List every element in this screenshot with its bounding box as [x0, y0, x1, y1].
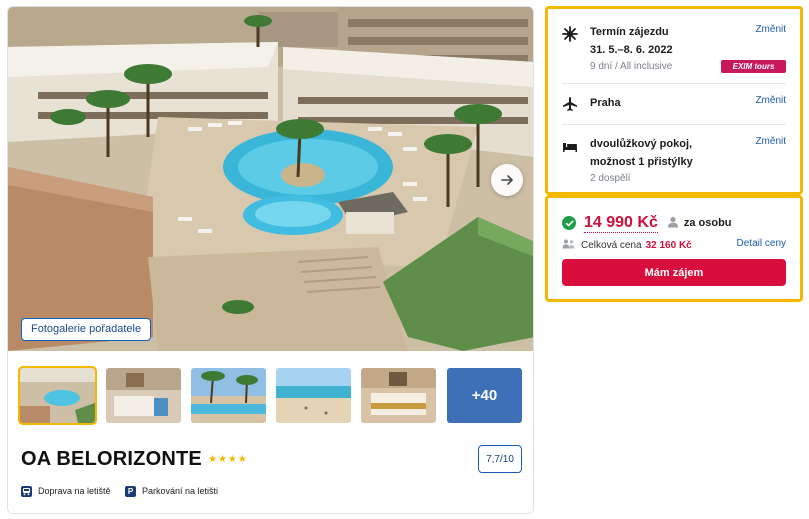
- thumbnail-room-1[interactable]: [106, 368, 181, 423]
- sun-icon: [562, 26, 578, 42]
- room-type-line1: dvoulůžkový pokoj,: [590, 138, 693, 150]
- arrow-right-icon: [501, 175, 513, 185]
- hero-photo[interactable]: Fotogalerie pořadatele: [8, 7, 533, 351]
- thumbnail-image: [20, 368, 95, 423]
- divider: [562, 124, 786, 125]
- divider: [562, 83, 786, 84]
- thumbnail-image: [106, 368, 181, 423]
- checkmark-icon: [562, 216, 576, 230]
- thumbnail-strip: +40: [18, 366, 525, 425]
- thumbnail-room-2[interactable]: [361, 368, 436, 423]
- hotel-card: Fotogalerie pořadatele +40 OA BELORIZONT…: [7, 6, 534, 514]
- person-icon: [667, 216, 679, 231]
- term-dates: 31. 5.–8. 6. 2022: [590, 44, 673, 56]
- feature-label: Parkování na letišti: [142, 486, 219, 496]
- room-type-line2: možnost 1 přistýlky: [590, 156, 693, 168]
- term-title: Termín zájezdu: [590, 26, 669, 38]
- interest-button[interactable]: Mám zájem: [562, 259, 786, 286]
- price-per-person[interactable]: 14 990 Kč: [584, 214, 658, 233]
- change-room-link[interactable]: Změnit: [755, 136, 786, 147]
- more-photos-button[interactable]: +40: [447, 368, 522, 423]
- departure-row: Praha Změnit: [548, 95, 800, 119]
- rating-badge[interactable]: 7,7/10: [478, 445, 522, 473]
- guests-count: 2 dospělí: [590, 173, 631, 184]
- total-price-label: Celková cena: [581, 239, 642, 251]
- operator-logo: EXIM tours: [721, 60, 786, 73]
- next-photo-button[interactable]: [491, 164, 523, 196]
- bus-icon: [21, 485, 32, 497]
- bed-icon: [562, 138, 578, 154]
- change-departure-link[interactable]: Změnit: [755, 95, 786, 106]
- price-detail-link[interactable]: Detail ceny: [737, 238, 786, 249]
- thumbnail-pool-palms[interactable]: [191, 368, 266, 423]
- price-row: 14 990 Kč za osobu: [562, 213, 732, 233]
- hotel-name: OA BELORIZONTE: [21, 448, 202, 470]
- thumbnail-image: [276, 368, 351, 423]
- per-person-text: za osobu: [683, 217, 732, 229]
- thumbnail-image: [191, 368, 266, 423]
- group-icon: [562, 239, 575, 252]
- price-panel: 14 990 Kč za osobu Celková cena 32 160 K…: [545, 195, 803, 302]
- thumbnail-image: [361, 368, 436, 423]
- change-term-link[interactable]: Změnit: [755, 24, 786, 35]
- departure-city: Praha: [590, 97, 621, 109]
- airplane-icon: [562, 96, 578, 112]
- thumbnail-pool-aerial[interactable]: [18, 366, 97, 425]
- total-price-value: 32 160 Kč: [645, 239, 692, 251]
- organizer-gallery-button[interactable]: Fotogalerie pořadatele: [21, 318, 152, 341]
- thumbnail-beach[interactable]: [276, 368, 351, 423]
- room-row: dvoulůžkový pokoj, možnost 1 přistýlky 2…: [548, 135, 800, 191]
- resort-aerial-image: [8, 7, 533, 351]
- feature-label: Doprava na letiště: [38, 486, 111, 496]
- term-duration-board: 9 dní / All inclusive: [590, 61, 673, 72]
- per-person-label: za osobu: [667, 216, 732, 231]
- feature-airport-parking: P Parkování na letišti: [125, 484, 218, 498]
- trip-summary-panel: Termín zájezdu 31. 5.–8. 6. 2022 9 dní /…: [545, 6, 803, 195]
- feature-airport-transfer: Doprava na letiště: [21, 484, 111, 498]
- hotel-stars: ★★★★: [208, 454, 248, 465]
- parking-icon: P: [125, 485, 136, 497]
- total-price-row: Celková cena 32 160 Kč: [562, 238, 692, 252]
